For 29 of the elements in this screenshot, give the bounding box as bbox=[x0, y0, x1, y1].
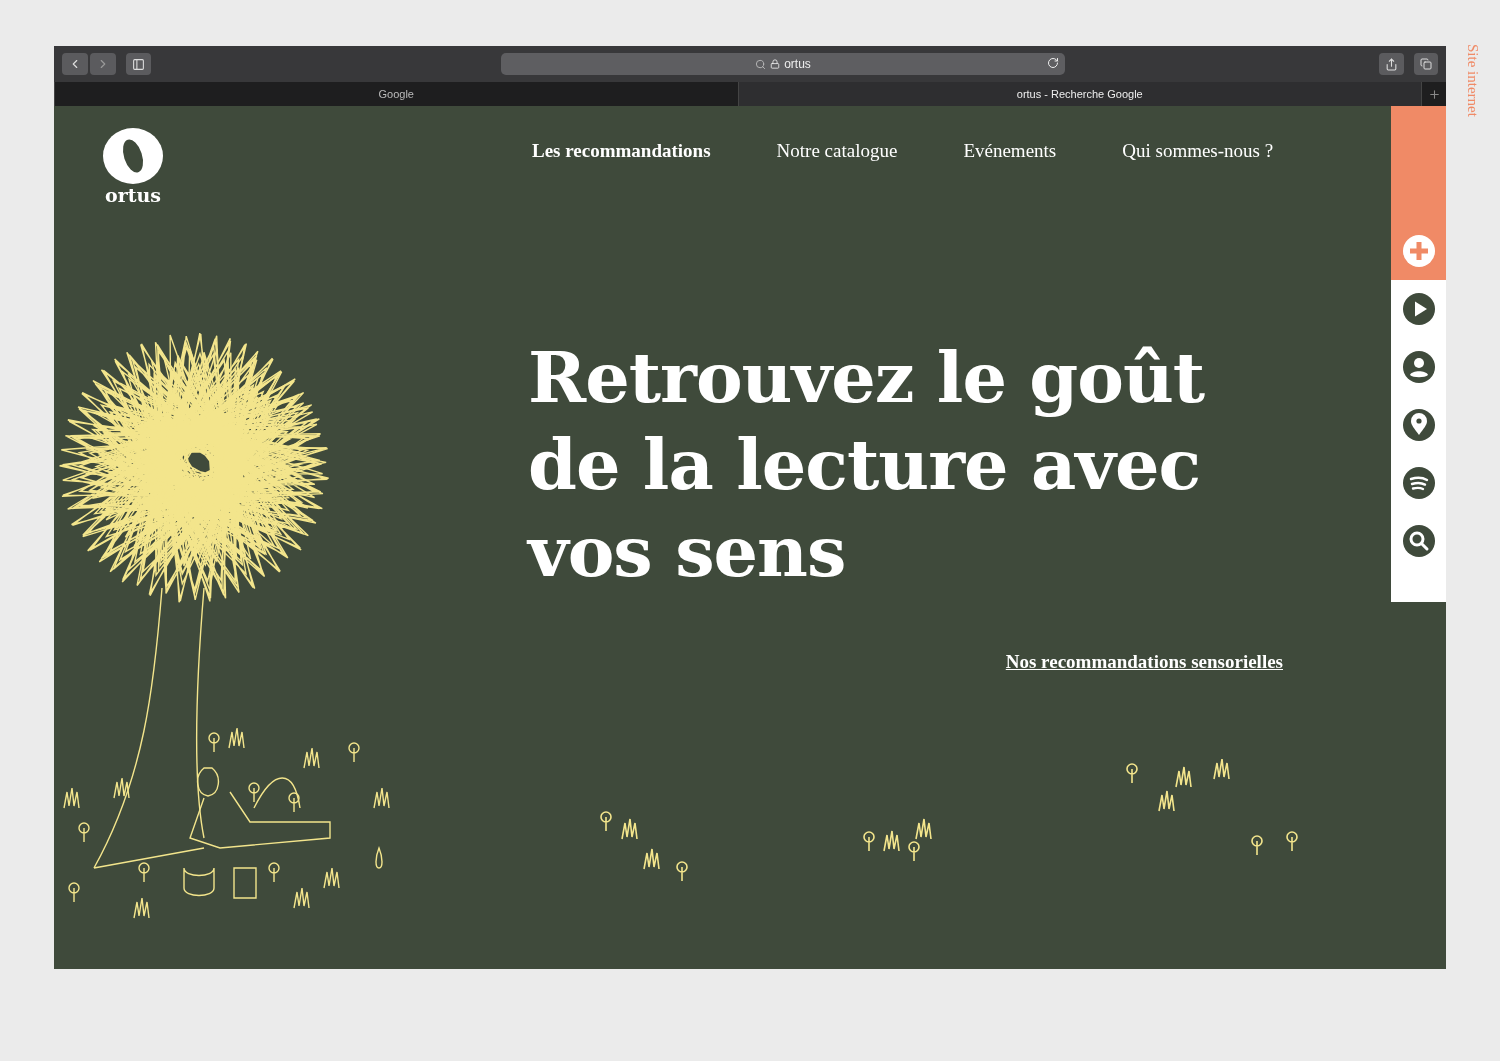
play-icon bbox=[1402, 293, 1435, 325]
logo-text: ortus bbox=[105, 186, 161, 204]
reload-icon[interactable] bbox=[1047, 57, 1059, 69]
sidebar-toggle-button[interactable] bbox=[126, 53, 151, 75]
nav-link[interactable]: Evénements bbox=[930, 140, 1090, 162]
logo-icon bbox=[102, 128, 164, 184]
user-icon bbox=[1402, 351, 1435, 383]
recommendations-link[interactable]: Nos recommandations sensorielles bbox=[1005, 651, 1283, 673]
sound-waves-icon bbox=[1402, 467, 1435, 499]
search-icon bbox=[1402, 525, 1435, 557]
nav-link[interactable]: Les recommandations bbox=[532, 140, 744, 162]
nav-link[interactable]: Notre catalogue bbox=[743, 140, 931, 162]
browser-tab[interactable]: ortus - Recherche Google bbox=[737, 82, 1421, 106]
hero-headline: Retrouvez le goût de la lecture avec vos sens bbox=[528, 335, 1206, 595]
overlapping-squares-icon bbox=[1420, 58, 1432, 70]
tabs-overview-button[interactable] bbox=[1414, 53, 1438, 75]
address-bar[interactable]: ortus bbox=[501, 53, 1065, 75]
lock-icon bbox=[770, 59, 781, 69]
share-button[interactable] bbox=[1379, 53, 1404, 75]
share-icon bbox=[1385, 57, 1398, 71]
nav-link[interactable]: Qui sommes-nous ? bbox=[1089, 140, 1307, 162]
address-text: ortus bbox=[784, 57, 811, 71]
plus-icon bbox=[1427, 87, 1441, 101]
sidebar-icon bbox=[132, 57, 145, 71]
back-button[interactable] bbox=[62, 53, 88, 75]
search-icon bbox=[755, 58, 767, 70]
location-pin-icon bbox=[1402, 409, 1435, 441]
side-caption: Site internet bbox=[1464, 44, 1481, 117]
plus-icon bbox=[1402, 235, 1435, 267]
